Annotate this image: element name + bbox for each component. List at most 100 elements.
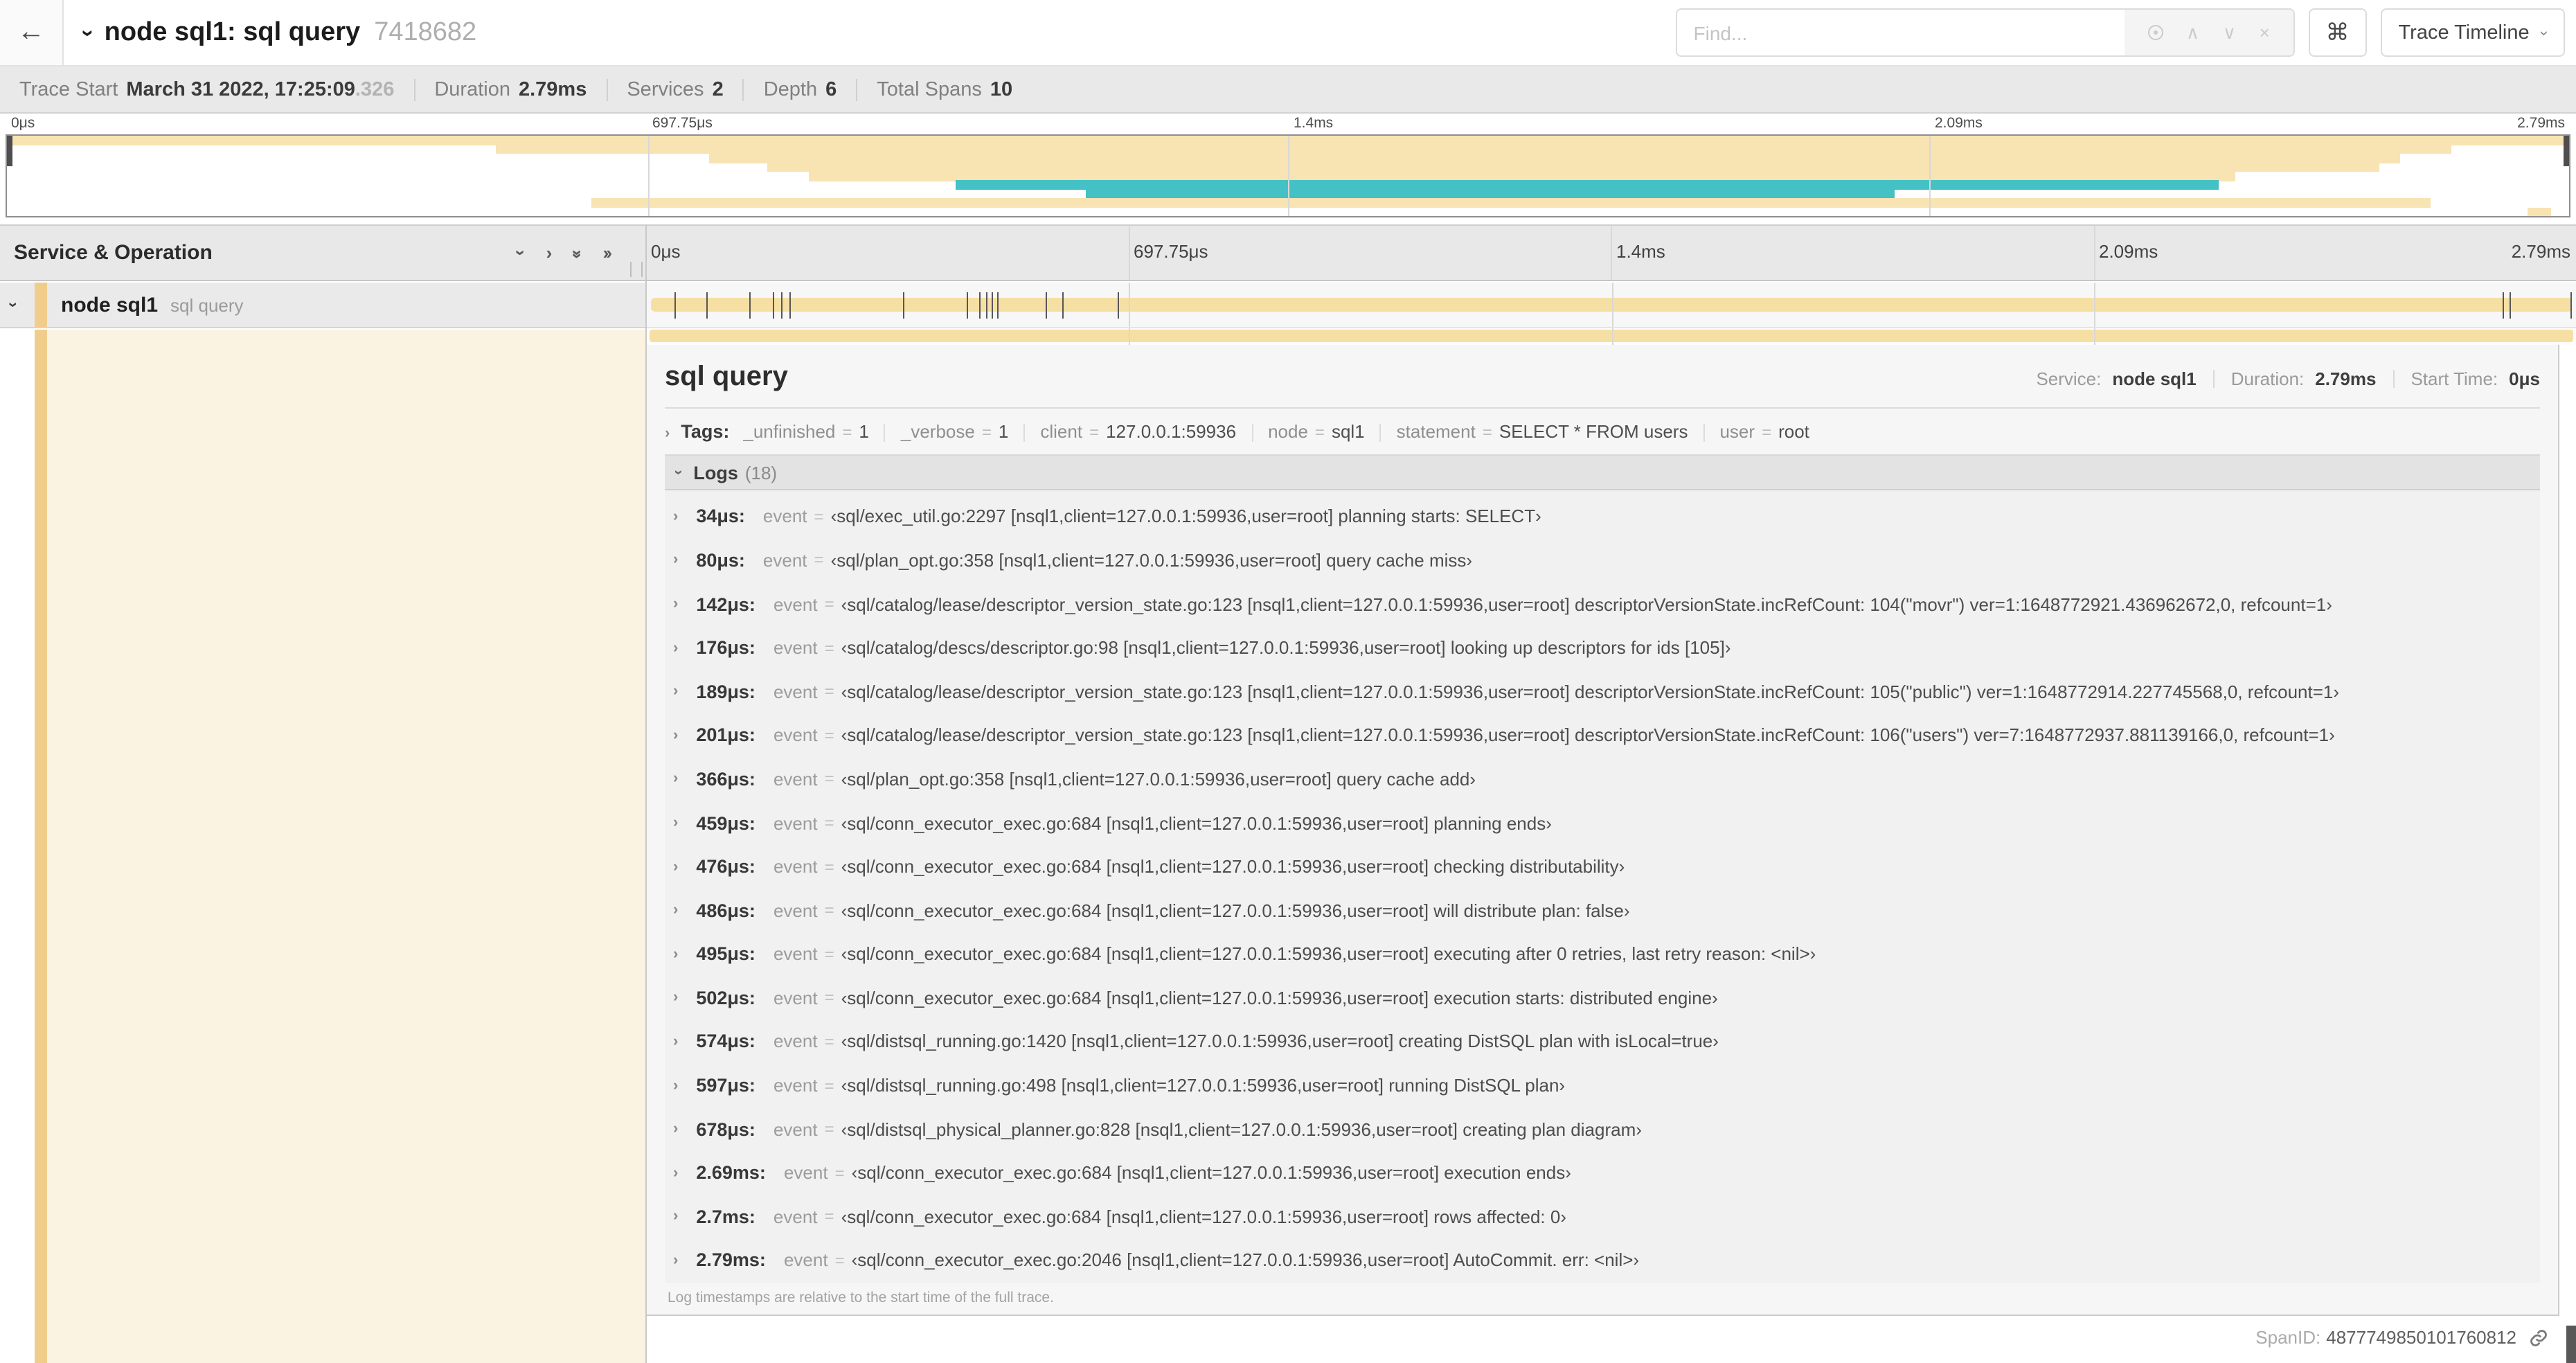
log-entry-row[interactable]: › 678μs: event = ‹sql/distsql_physical_plann… [665,1107,2540,1151]
log-expand-chevron-icon[interactable]: › [673,639,678,656]
find-input[interactable] [1676,10,2125,55]
logs-collapse-chevron-icon[interactable]: › [670,470,687,474]
clear-find-icon[interactable]: × [2260,22,2270,43]
log-expand-chevron-icon[interactable]: › [673,596,678,612]
trace-collapse-chevron-icon[interactable]: › [74,29,99,37]
summary-value: March 31 2022, 17:25:09.326 [126,78,395,100]
prev-match-icon[interactable]: ∧ [2186,21,2199,44]
span-row-label-cell[interactable]: › node sql1 sql query [0,283,645,328]
log-entry-row[interactable]: › 2.69ms: event = ‹sql/conn_executor_exec.go… [665,1151,2540,1195]
log-expand-chevron-icon[interactable]: › [673,552,678,569]
tag-divider [1379,424,1381,443]
log-expand-chevron-icon[interactable]: › [673,1077,678,1094]
log-marker-tick [978,292,981,319]
span-id-label: SpanID: [2255,1327,2321,1348]
equals-sign: = [824,1119,834,1139]
logs-list: › 34μs: event = ‹sql/exec_util.go:2297 [nsql… [665,490,2540,1283]
next-match-icon[interactable]: ∨ [2223,21,2236,44]
log-entry-row[interactable]: › 176μs: event = ‹sql/catalog/descs/descript… [665,626,2540,670]
log-expand-chevron-icon[interactable]: › [673,727,678,744]
log-expand-chevron-icon[interactable]: › [673,814,678,831]
equals-sign: = [824,1206,834,1227]
log-entry-row[interactable]: › 189μs: event = ‹sql/catalog/lease/descript… [665,670,2540,713]
log-timestamp: 2.69ms: [696,1162,766,1184]
equals-sign: = [824,944,834,964]
equals-sign: = [814,550,824,570]
equals-sign: = [824,813,834,833]
log-expand-chevron-icon[interactable]: › [673,683,678,700]
log-event-value: ‹sql/distsql_running.go:498 [nsql1,clien… [841,1075,1566,1096]
logs-header[interactable]: › Logs (18) [665,454,2540,491]
log-entry-row[interactable]: › 2.7ms: event = ‹sql/conn_executor_exec.go:… [665,1195,2540,1238]
log-entry-row[interactable]: › 502μs: event = ‹sql/conn_executor_exec.go:… [665,976,2540,1019]
tags-row[interactable]: › Tags: _unfinished = 1 _verbose = 1 client = 12… [665,421,2540,443]
log-entry-row[interactable]: › 574μs: event = ‹sql/distsql_running.go:142… [665,1019,2540,1063]
back-button[interactable]: ← [0,0,64,65]
deep-link-icon[interactable] [2529,1328,2548,1347]
equals-sign: = [824,900,834,920]
equals-sign: = [824,857,834,877]
focus-match-icon[interactable] [2147,25,2163,40]
log-expand-chevron-icon[interactable]: › [673,1033,678,1050]
tags-items: _unfinished = 1 _verbose = 1 client = 127.0.0.1:… [743,421,1809,443]
selected-span-bar-row [647,328,2576,345]
log-expand-chevron-icon[interactable]: › [673,946,678,963]
log-entry-row[interactable]: › 366μs: event = ‹sql/plan_opt.go:358 [nsql1… [665,757,2540,801]
minimap-left-drag-handle[interactable] [7,136,12,166]
ruler-tick-label: 0μs [651,241,681,262]
log-entry-row[interactable]: › 597μs: event = ‹sql/distsql_running.go:498… [665,1064,2540,1107]
span-tree-column [0,330,645,1363]
timeline-gridline [1611,328,1613,345]
log-expand-chevron-icon[interactable]: › [673,858,678,875]
equals-sign: = [842,422,852,442]
log-entry-row[interactable]: › 476μs: event = ‹sql/conn_executor_exec.go:… [665,845,2540,889]
tags-expand-chevron-icon[interactable]: › [665,425,670,442]
collapse-all-icon[interactable]: › [510,250,531,256]
tag-key: statement [1396,421,1476,442]
column-divider[interactable] [645,224,647,1363]
expand-all-icon[interactable]: ›› [603,242,612,263]
trace-minimap[interactable] [6,134,2570,217]
equals-sign: = [1482,422,1492,442]
column-resizer-grip[interactable] [630,262,643,277]
log-event-value: ‹sql/conn_executor_exec.go:684 [nsql1,cl… [841,943,1816,965]
log-timestamp: 366μs: [696,768,755,790]
keyboard-shortcuts-button[interactable]: ⌘ [2308,8,2367,57]
log-expand-chevron-icon[interactable]: › [673,1165,678,1182]
log-expand-chevron-icon[interactable]: › [673,1209,678,1225]
log-expand-chevron-icon[interactable]: › [673,508,678,525]
log-entry-row[interactable]: › 34μs: event = ‹sql/exec_util.go:2297 [nsql… [665,495,2540,538]
scrollbar-thumb[interactable] [2566,1326,2576,1363]
span-detail-panel: sql query Service: node sql1 Duration: 2… [647,345,2559,1316]
log-entry-row[interactable]: › 495μs: event = ‹sql/conn_executor_exec.go:… [665,932,2540,976]
log-expand-chevron-icon[interactable]: › [673,1121,678,1137]
timeline-header-row: Service & Operation › › ›› ›› 0μs 697.75μ… [0,224,2576,281]
operation-name: sql query [170,294,244,315]
log-expand-chevron-icon[interactable]: › [673,1252,678,1269]
expand-one-icon[interactable]: › [546,242,553,263]
minimap-right-drag-handle[interactable] [2564,136,2569,166]
log-entry-row[interactable]: › 486μs: event = ‹sql/conn_executor_exec.go:… [665,889,2540,932]
tags-label: Tags: [681,421,730,442]
log-expand-chevron-icon[interactable]: › [673,771,678,787]
log-entry-row[interactable]: › 201μs: event = ‹sql/catalog/lease/descript… [665,713,2540,757]
tag-divider [884,424,886,443]
trace-timeline-page: ← › node sql1: sql query 7418682 ∧ ∨ × ⌘… [0,0,2576,1363]
view-selector-button[interactable]: Trace Timeline › [2380,8,2565,57]
log-entry-row[interactable]: › 2.79ms: event = ‹sql/conn_executor_exec.go… [665,1238,2540,1282]
tag-value: sql1 [1331,421,1365,442]
log-entry-row[interactable]: › 142μs: event = ‹sql/catalog/lease/descript… [665,582,2540,626]
log-entry-row[interactable]: › 80μs: event = ‹sql/plan_opt.go:358 [nsql1,… [665,538,2540,582]
span-collapse-chevron-icon[interactable]: › [4,302,24,308]
log-expand-chevron-icon[interactable]: › [673,902,678,918]
log-event-value: ‹sql/distsql_running.go:1420 [nsql1,clie… [841,1031,1719,1052]
log-field-key: event [773,1031,818,1052]
log-expand-chevron-icon[interactable]: › [673,990,678,1006]
log-field-key: event [783,1249,828,1271]
service-color-stripe [35,283,47,327]
collapse-deep-icon[interactable]: ›› [567,249,588,256]
span-row-timeline-cell[interactable] [647,283,2576,328]
tag-divider [1251,424,1253,443]
tag-divider [1703,424,1705,443]
log-entry-row[interactable]: › 459μs: event = ‹sql/conn_executor_exec.go:… [665,801,2540,844]
